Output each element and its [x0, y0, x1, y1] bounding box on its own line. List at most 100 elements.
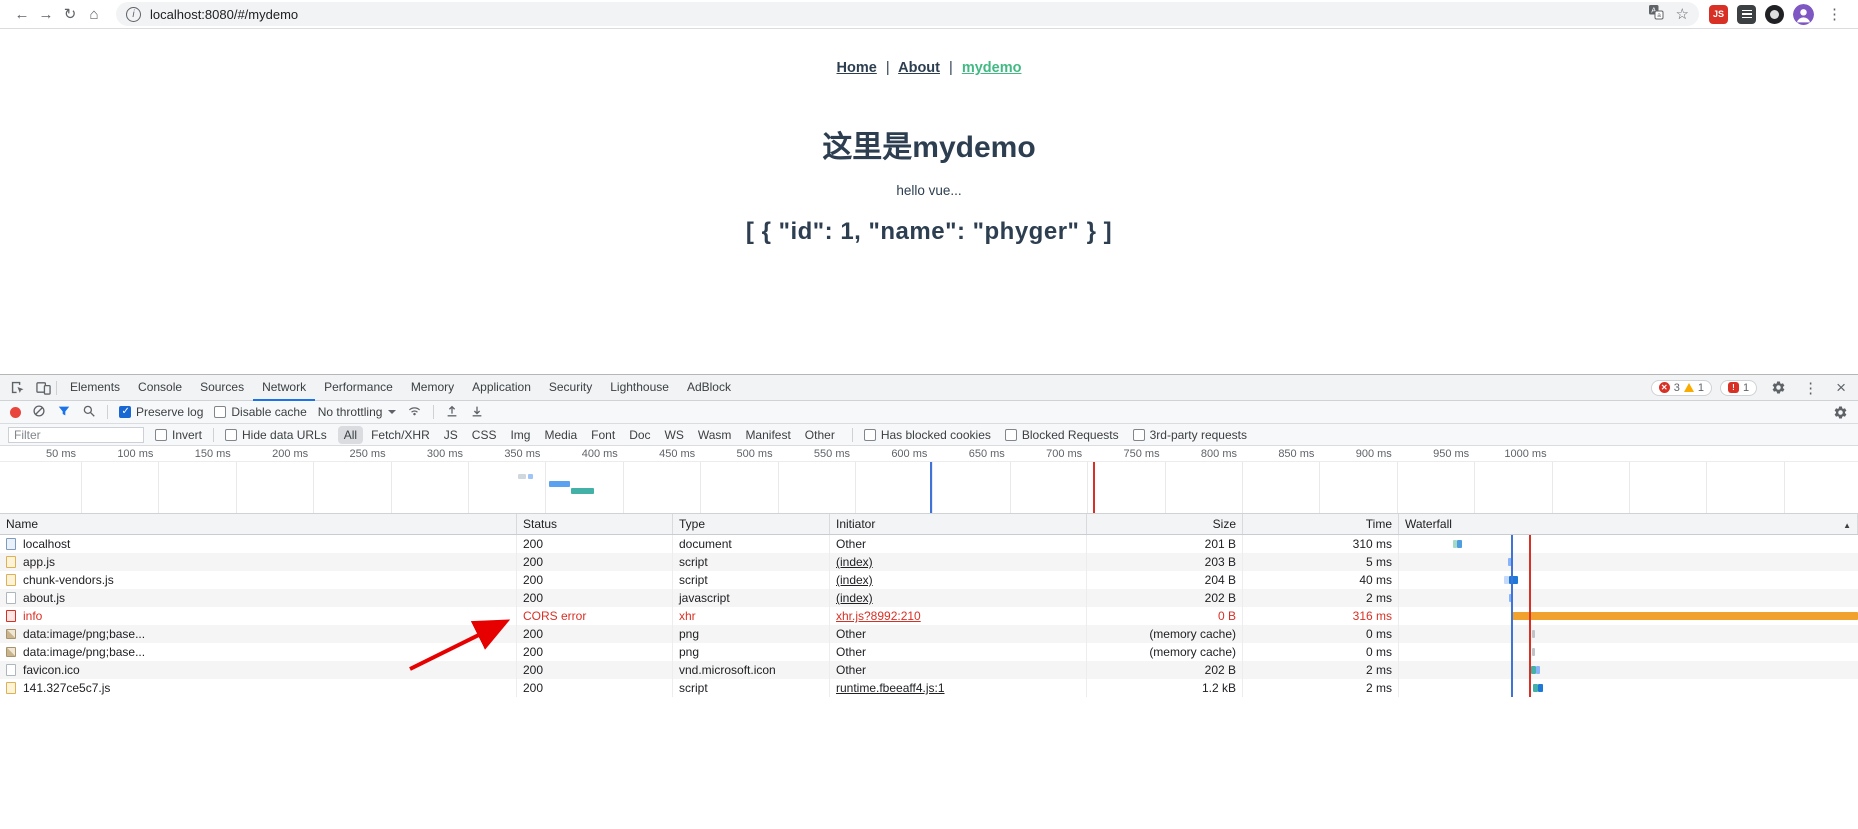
filter-type-js[interactable]: JS	[438, 426, 464, 444]
tab-application[interactable]: Application	[463, 375, 540, 401]
reload-icon[interactable]: ↻	[58, 2, 82, 26]
tab-adblock[interactable]: AdBlock	[678, 375, 740, 401]
column-header-time[interactable]: Time	[1243, 514, 1399, 534]
filter-type-ws[interactable]: WS	[659, 426, 690, 444]
hide-data-urls-checkbox[interactable]: Hide data URLs	[225, 428, 327, 442]
extension-js-icon[interactable]: JS	[1709, 4, 1728, 24]
timeline-overview[interactable]: 50 ms 100 ms 150 ms 200 ms 250 ms 300 ms 350 m…	[0, 446, 1858, 514]
initiator-value[interactable]: (index)	[836, 591, 873, 605]
network-row[interactable]: chunk-vendors.js 200 script (index) 204 B 40 …	[0, 571, 1858, 589]
filter-funnel-icon[interactable]	[57, 404, 71, 421]
devtools-menu-icon[interactable]: ⋮	[1799, 379, 1822, 397]
import-har-icon[interactable]	[445, 404, 459, 421]
page-json-output: [ { "id": 1, "name": "phyger" } ]	[745, 218, 1113, 245]
translate-icon[interactable]: A a	[1648, 4, 1664, 25]
filter-type-css[interactable]: CSS	[466, 426, 503, 444]
grid-line	[468, 462, 469, 513]
record-button[interactable]	[10, 406, 21, 418]
type-cell: png	[673, 643, 830, 661]
extension-dark-icon[interactable]	[1737, 4, 1756, 24]
filter-type-font[interactable]: Font	[585, 426, 621, 444]
invert-checkbox[interactable]: Invert	[155, 428, 202, 442]
status-value: 200	[523, 627, 544, 641]
nav-link-about[interactable]: About	[898, 60, 940, 76]
initiator-cell: Other	[830, 535, 1087, 553]
preserve-log-checkbox[interactable]: Preserve log	[119, 405, 203, 419]
tab-console[interactable]: Console	[129, 375, 191, 401]
network-settings-gear-icon[interactable]	[1833, 405, 1848, 420]
nav-link-mydemo[interactable]: mydemo	[962, 60, 1022, 76]
network-row[interactable]: localhost 200 document Other 201 B 310 ms	[0, 535, 1858, 553]
initiator-cell: Other	[830, 661, 1087, 679]
forward-icon[interactable]: →	[34, 2, 58, 26]
filter-type-all[interactable]: All	[337, 425, 364, 444]
filter-type-img[interactable]: Img	[504, 426, 536, 444]
devtools-close-icon[interactable]: ×	[1830, 378, 1852, 398]
device-toolbar-icon[interactable]	[30, 375, 56, 401]
tab-lighthouse[interactable]: Lighthouse	[601, 375, 678, 401]
tab-memory[interactable]: Memory	[402, 375, 463, 401]
network-row[interactable]: info CORS error xhr xhr.js?8992:210 0 B 316 m…	[0, 607, 1858, 625]
column-header-label: Status	[523, 517, 558, 531]
console-count-badge[interactable]: ✕ 3 1	[1650, 379, 1712, 396]
filter-type-doc[interactable]: Doc	[623, 426, 656, 444]
back-icon[interactable]: ←	[10, 2, 34, 26]
inspect-icon[interactable]	[4, 375, 30, 401]
network-row[interactable]: favicon.ico 200 vnd.microsoft.icon Other 202…	[0, 661, 1858, 679]
throttling-select[interactable]: No throttling	[318, 405, 397, 419]
tab-security[interactable]: Security	[540, 375, 601, 401]
timeline-tick: 600 ms	[891, 448, 928, 460]
initiator-value[interactable]: xhr.js?8992:210	[836, 609, 921, 623]
filter-type-media[interactable]: Media	[538, 426, 583, 444]
browser-menu-icon[interactable]: ⋮	[1823, 5, 1846, 23]
status-value: 200	[523, 681, 544, 695]
network-row[interactable]: data:image/png;base... 200 png Other (memory…	[0, 625, 1858, 643]
type-value: xhr	[679, 609, 696, 623]
tab-elements[interactable]: Elements	[61, 375, 129, 401]
tab-sources[interactable]: Sources	[191, 375, 253, 401]
address-bar[interactable]: i localhost:8080/#/mydemo A a ☆	[116, 2, 1699, 26]
network-conditions-icon[interactable]	[407, 404, 422, 421]
filter-type-wasm[interactable]: Wasm	[692, 426, 738, 444]
grid-line	[158, 462, 160, 513]
clear-icon[interactable]	[32, 404, 46, 421]
3rd-party-requests-checkbox[interactable]: 3rd-party requests	[1132, 428, 1247, 442]
tab-network[interactable]: Network	[253, 375, 316, 401]
disable-cache-checkbox[interactable]: Disable cache	[214, 405, 307, 419]
initiator-value[interactable]: (index)	[836, 555, 873, 569]
nav-link-home[interactable]: Home	[837, 60, 877, 76]
type-value: script	[679, 573, 708, 587]
filter-type-other[interactable]: Other	[799, 426, 841, 444]
waterfall-event-line	[1529, 535, 1531, 697]
has-blocked-cookies-checkbox[interactable]: Has blocked cookies	[863, 428, 991, 442]
network-row[interactable]: data:image/png;base... 200 png Other (memory…	[0, 643, 1858, 661]
column-header-name[interactable]: Name	[0, 514, 517, 534]
profile-avatar[interactable]	[1793, 3, 1814, 25]
blocked-requests-checkbox[interactable]: Blocked Requests	[1004, 428, 1119, 442]
search-icon[interactable]	[82, 404, 96, 421]
waterfall-bar	[1538, 684, 1543, 692]
column-header-initiator[interactable]: Initiator	[830, 514, 1087, 534]
network-row[interactable]: about.js 200 javascript (index) 202 B 2 ms	[0, 589, 1858, 607]
bookmark-star-icon[interactable]: ☆	[1676, 5, 1689, 23]
initiator-value[interactable]: (index)	[836, 573, 873, 587]
network-row[interactable]: app.js 200 script (index) 203 B 5 ms	[0, 553, 1858, 571]
column-header-status[interactable]: Status	[517, 514, 673, 534]
status-value: CORS error	[523, 609, 587, 623]
column-header-type[interactable]: Type	[673, 514, 830, 534]
issues-icon: !	[1727, 382, 1739, 393]
site-info-icon[interactable]: i	[126, 6, 141, 22]
export-har-icon[interactable]	[470, 404, 484, 421]
settings-gear-icon[interactable]	[1765, 375, 1791, 401]
extension-misc-icon[interactable]	[1765, 4, 1784, 24]
home-icon[interactable]: ⌂	[82, 2, 106, 26]
column-header-size[interactable]: Size	[1087, 514, 1243, 534]
issues-badge[interactable]: ! 1	[1719, 379, 1758, 396]
network-row[interactable]: 141.327ce5c7.js 200 script runtime.fbeeaff4…	[0, 679, 1858, 697]
initiator-value[interactable]: runtime.fbeeaff4.js:1	[836, 681, 945, 695]
tab-performance[interactable]: Performance	[315, 375, 402, 401]
filter-type-fetch-xhr[interactable]: Fetch/XHR	[365, 426, 436, 444]
filter-input[interactable]	[8, 426, 144, 443]
filter-type-manifest[interactable]: Manifest	[739, 426, 796, 444]
column-header-waterfall[interactable]: Waterfall	[1399, 514, 1858, 534]
